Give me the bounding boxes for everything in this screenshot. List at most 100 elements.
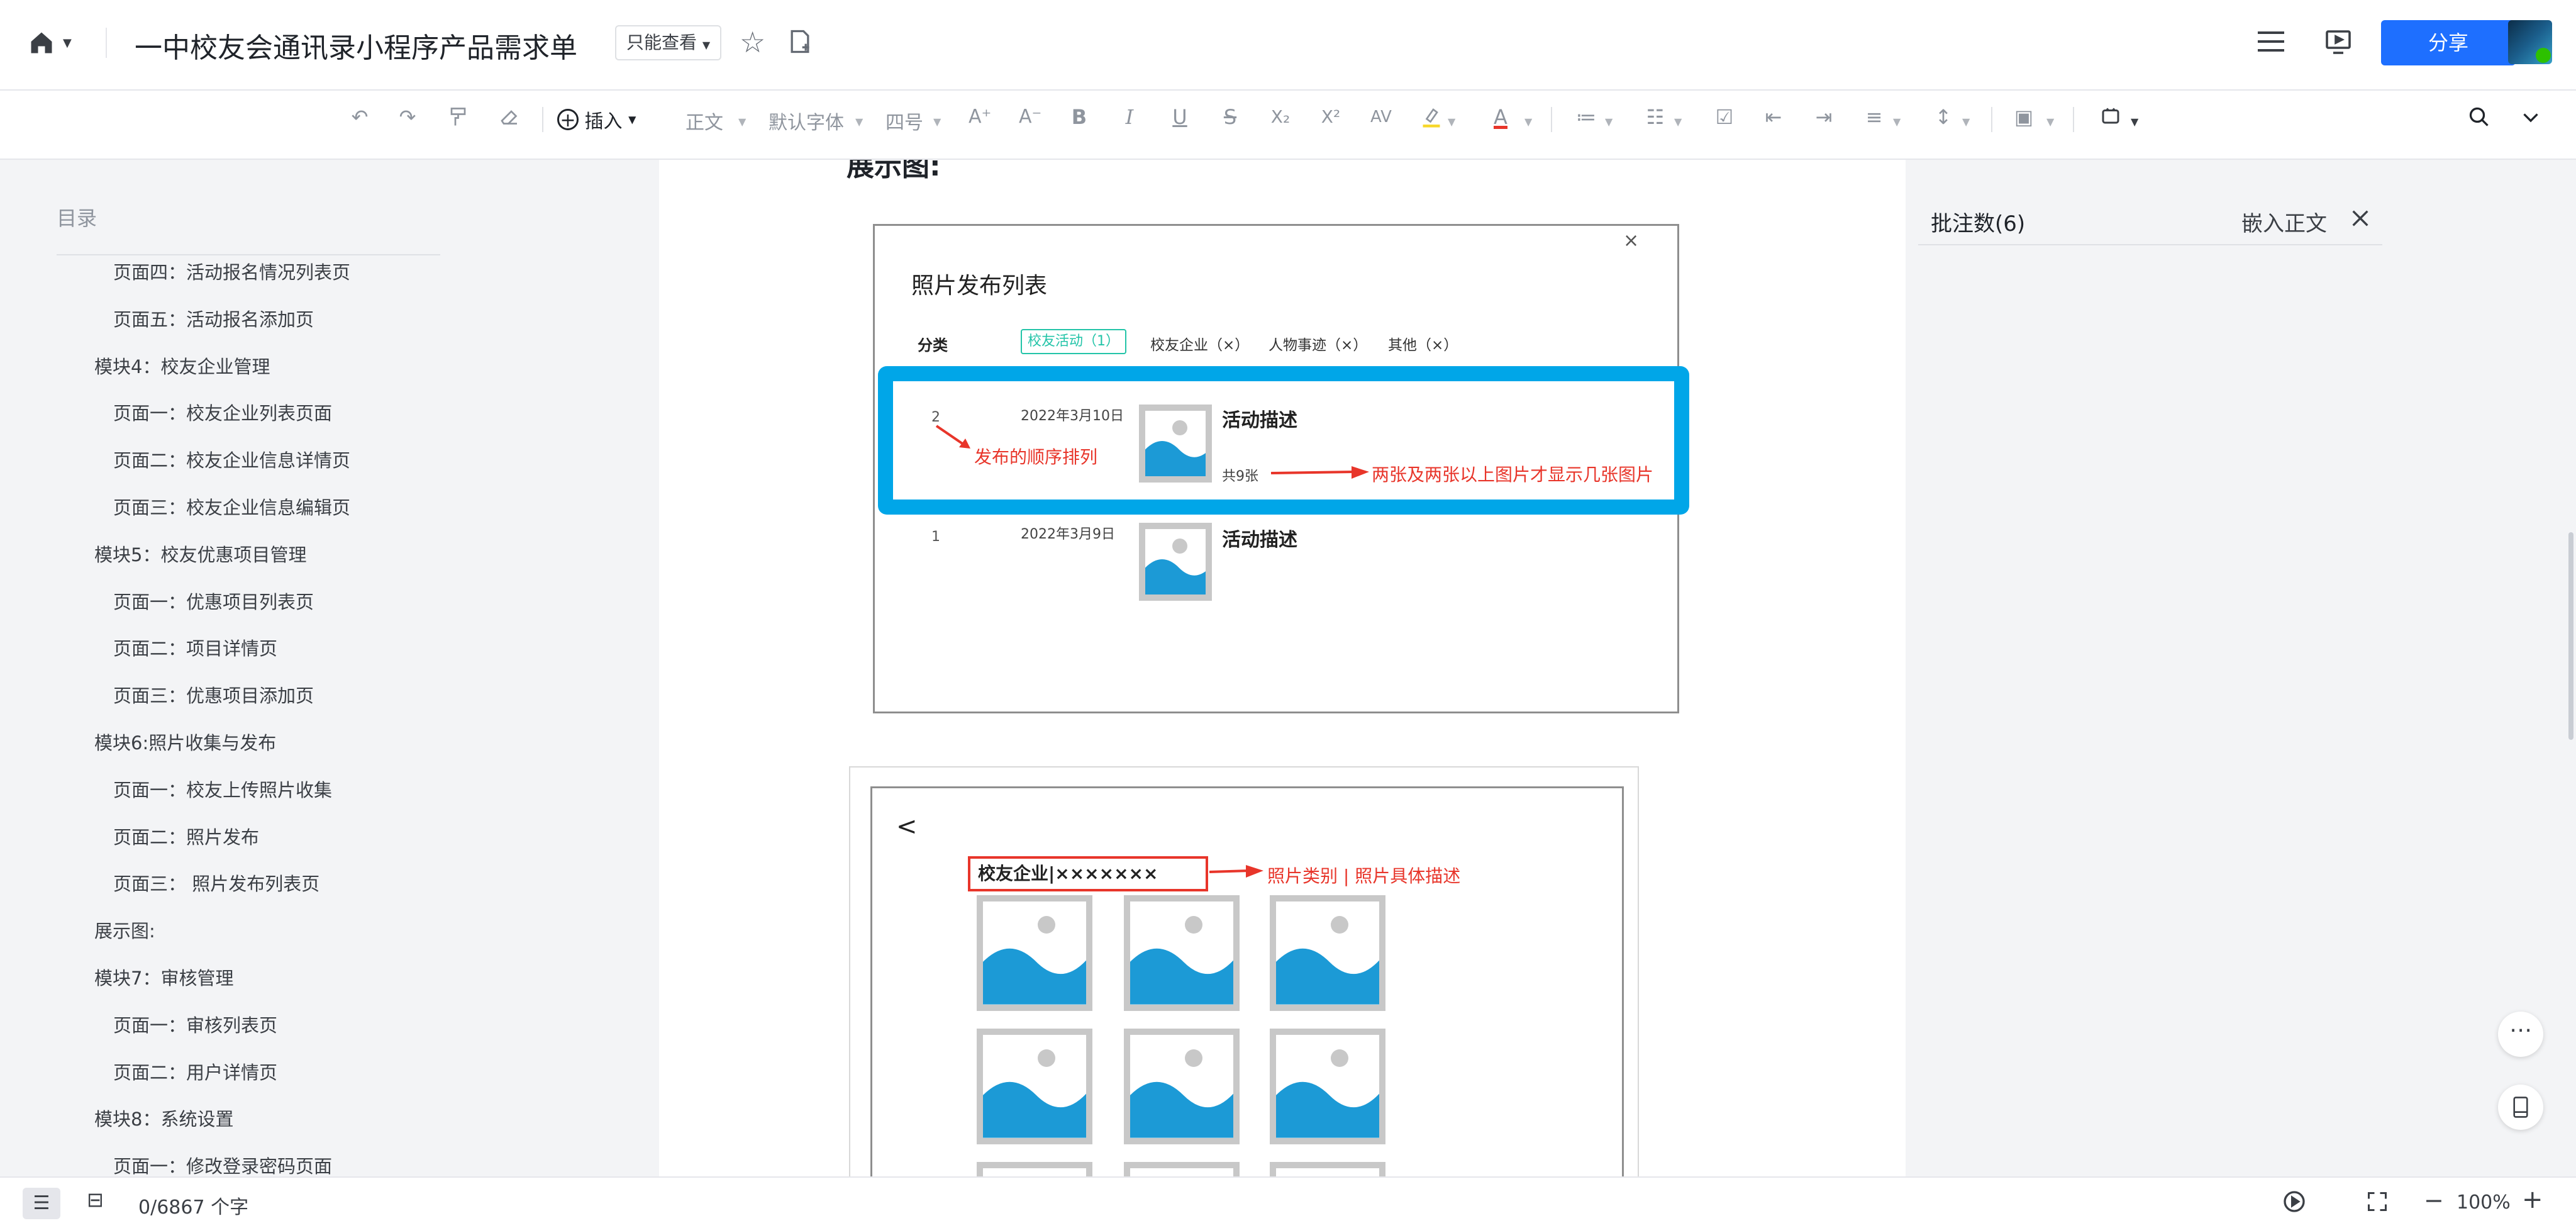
user-avatar[interactable] bbox=[2508, 20, 2552, 64]
play-icon[interactable] bbox=[2282, 1189, 2307, 1214]
italic-icon[interactable]: I bbox=[1118, 106, 1141, 128]
embed-button[interactable]: 嵌入正文 bbox=[2241, 206, 2327, 237]
category-label: 分类 bbox=[918, 337, 948, 354]
numbered-list-icon[interactable]: ☷ bbox=[1644, 106, 1667, 128]
highlight-icon[interactable] bbox=[1420, 106, 1443, 128]
caret-down-icon: ▼ bbox=[2046, 116, 2055, 128]
toc-item[interactable]: 页面三：校友企业信息编辑页 bbox=[113, 493, 350, 520]
toc-item[interactable]: 页面五：活动报名添加页 bbox=[113, 305, 314, 332]
format-painter-icon[interactable] bbox=[448, 106, 470, 128]
caret-down-icon: ▼ bbox=[1524, 116, 1533, 128]
toc-item[interactable]: 模块6:照片收集与发布 bbox=[94, 728, 276, 755]
presentation-icon[interactable] bbox=[2323, 26, 2353, 57]
superscript-icon[interactable]: X² bbox=[1319, 106, 1342, 128]
annotation-category: 照片类别 | 照片具体描述 bbox=[1267, 866, 1461, 886]
caret-down-icon: ▼ bbox=[1893, 116, 1901, 128]
zoom-in-icon[interactable]: + bbox=[2522, 1185, 2543, 1214]
device-icon[interactable] bbox=[2099, 106, 2122, 128]
paragraph-style-dropdown[interactable]: 正文 bbox=[686, 107, 723, 135]
back-icon: < bbox=[896, 812, 918, 841]
caret-down-icon: ▼ bbox=[1962, 116, 1970, 128]
search-icon[interactable] bbox=[2468, 106, 2490, 128]
toc-item[interactable]: 页面三： 照片发布列表页 bbox=[113, 869, 319, 896]
increase-font-icon[interactable]: A⁺ bbox=[969, 106, 991, 128]
toc-item[interactable]: 页面一：校友上传照片收集 bbox=[113, 776, 332, 802]
subscript-icon[interactable]: X₂ bbox=[1269, 106, 1292, 128]
mockup-title: 照片发布列表 bbox=[911, 273, 1048, 299]
toc-item[interactable]: 页面三：优惠项目添加页 bbox=[113, 681, 314, 708]
mode-dropdown[interactable]: 只能查看 ▼ bbox=[615, 25, 722, 60]
bold-icon[interactable]: B bbox=[1068, 106, 1091, 128]
share-button[interactable]: 分享 bbox=[2381, 20, 2516, 65]
strikethrough-icon[interactable]: S bbox=[1219, 106, 1241, 128]
page-view-icon[interactable]: ⊟ bbox=[87, 1188, 104, 1212]
checklist-icon[interactable]: ☑ bbox=[1713, 106, 1736, 128]
toc-item[interactable]: 页面二：项目详情页 bbox=[113, 634, 277, 661]
toc-item[interactable]: 页面一：校友企业列表页面 bbox=[113, 399, 332, 425]
menu-icon[interactable] bbox=[2257, 29, 2285, 54]
plus-circle-icon: + bbox=[557, 109, 579, 131]
image-icon[interactable]: ▣ bbox=[2012, 106, 2035, 128]
toc-item[interactable]: 页面四：活动报名情况列表页 bbox=[113, 258, 350, 284]
home-icon[interactable] bbox=[28, 29, 55, 57]
undo-icon[interactable]: ↶ bbox=[348, 106, 371, 128]
mobile-view-button[interactable] bbox=[2498, 1085, 2543, 1130]
chevron-down-icon[interactable]: ▼ bbox=[63, 36, 72, 50]
font-color-icon[interactable]: A bbox=[1489, 106, 1512, 129]
letter-spacing-icon[interactable]: AV bbox=[1370, 106, 1392, 128]
document-title[interactable]: 一中校友会通讯录小程序产品需求单 bbox=[135, 25, 577, 65]
tablet-icon bbox=[2513, 1097, 2528, 1118]
red-arrow-icon bbox=[1209, 865, 1263, 878]
collapse-chevron-icon[interactable] bbox=[2519, 106, 2542, 128]
toc-item[interactable]: 页面一：修改登录密码页面 bbox=[113, 1152, 332, 1178]
eraser-icon[interactable] bbox=[498, 106, 521, 128]
caret-down-icon: ▼ bbox=[855, 116, 863, 128]
font-family-dropdown[interactable]: 默认字体 bbox=[769, 107, 844, 135]
toc-item[interactable]: 展示图: bbox=[94, 917, 155, 943]
insert-button[interactable]: + 插入 ▼ bbox=[557, 106, 636, 133]
outline-view-icon[interactable]: ☰ bbox=[23, 1188, 60, 1219]
toc-item[interactable]: 页面二：照片发布 bbox=[113, 823, 259, 849]
caret-down-icon: ▼ bbox=[702, 39, 711, 51]
divider bbox=[106, 28, 107, 58]
outdent-icon[interactable]: ⇤ bbox=[1762, 106, 1785, 128]
section-heading: 展示图: bbox=[847, 160, 941, 182]
comment-panel-divider bbox=[1918, 244, 2382, 245]
highlight-frame bbox=[878, 366, 1689, 515]
toc-item[interactable]: 模块7：审核管理 bbox=[94, 964, 233, 990]
close-icon[interactable] bbox=[2350, 208, 2371, 229]
redo-icon[interactable]: ↷ bbox=[396, 106, 419, 128]
toc-item[interactable]: 模块5：校友优惠项目管理 bbox=[94, 540, 306, 567]
caret-down-icon: ▼ bbox=[1605, 116, 1613, 128]
zoom-out-icon[interactable]: − bbox=[2424, 1186, 2444, 1214]
underline-icon[interactable]: U bbox=[1169, 106, 1191, 128]
toc-sidebar bbox=[0, 160, 658, 1176]
toc-item[interactable]: 页面二：校友企业信息详情页 bbox=[113, 446, 350, 472]
toc-item[interactable]: 页面一：优惠项目列表页 bbox=[113, 588, 314, 614]
indent-icon[interactable]: ⇥ bbox=[1813, 106, 1835, 128]
toc-item[interactable]: 模块8：系统设置 bbox=[94, 1105, 233, 1131]
toc-item[interactable]: 模块4：校友企业管理 bbox=[94, 352, 270, 379]
image-placeholder bbox=[977, 1029, 1092, 1144]
font-size-dropdown[interactable]: 四号 bbox=[886, 107, 923, 135]
decrease-font-icon[interactable]: A⁻ bbox=[1019, 106, 1041, 128]
image-placeholder bbox=[1270, 895, 1385, 1011]
toc-item[interactable]: 页面一：审核列表页 bbox=[113, 1011, 277, 1037]
more-options-button[interactable]: ⋯ bbox=[2498, 1012, 2543, 1057]
tab-active: 校友活动（1） bbox=[1021, 329, 1126, 354]
image-placeholder bbox=[1270, 1162, 1385, 1176]
star-icon[interactable]: ☆ bbox=[740, 25, 765, 59]
line-spacing-icon[interactable]: ↕ bbox=[1932, 106, 1955, 128]
ellipsis-icon: ⋯ bbox=[2509, 1017, 2532, 1043]
toc-item[interactable]: 页面二：用户详情页 bbox=[113, 1058, 277, 1085]
mode-label: 只能查看 bbox=[626, 32, 697, 53]
detail-header: 校友企业|××××××× bbox=[968, 856, 1208, 891]
toolbar-separator bbox=[1551, 107, 1552, 132]
image-placeholder bbox=[1124, 1162, 1240, 1176]
add-page-icon[interactable] bbox=[786, 28, 814, 55]
align-icon[interactable]: ≡ bbox=[1863, 106, 1885, 128]
scrollbar-thumb[interactable] bbox=[2568, 532, 2573, 740]
bullet-list-icon[interactable]: ≔ bbox=[1575, 106, 1597, 128]
fullscreen-icon[interactable] bbox=[2366, 1190, 2389, 1213]
zoom-level[interactable]: 100% bbox=[2457, 1192, 2511, 1214]
